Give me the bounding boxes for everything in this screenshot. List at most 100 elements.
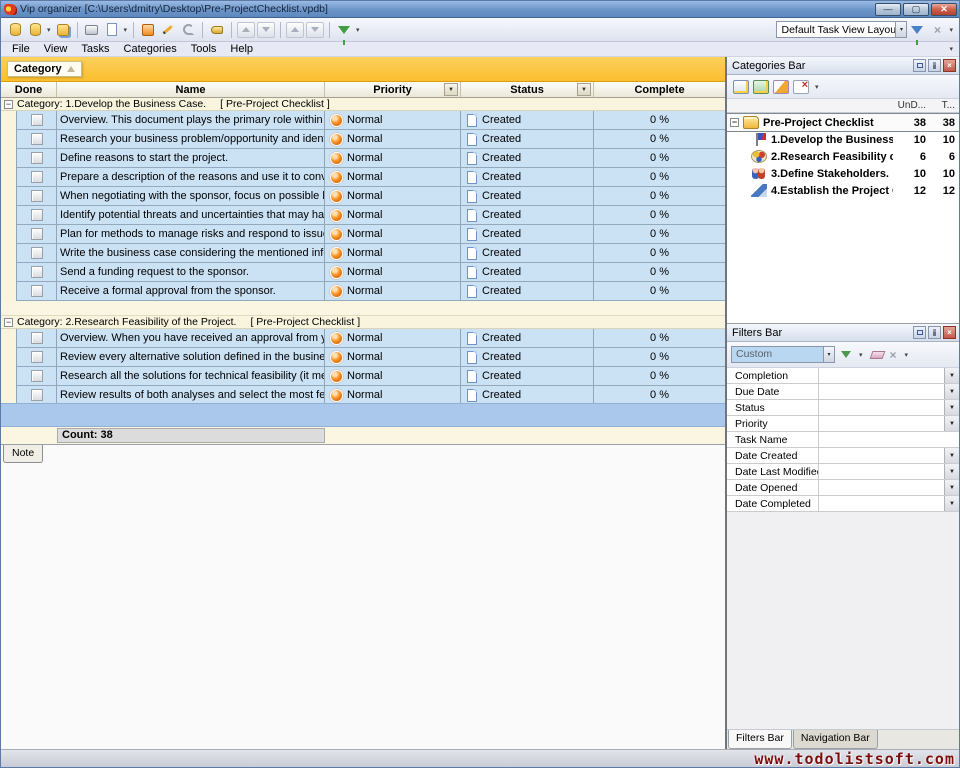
priority-cell[interactable]: Normal — [325, 168, 461, 187]
status-cell[interactable]: Created — [461, 348, 594, 367]
panel-restore-button[interactable] — [913, 326, 926, 339]
task-name[interactable]: Prepare a description of the reasons and… — [57, 168, 325, 187]
status-cell[interactable]: Created — [461, 244, 594, 263]
delete-category-button[interactable] — [793, 80, 809, 94]
task-name[interactable]: Receive a formal approval from the spons… — [57, 282, 325, 301]
priority-cell[interactable]: Normal — [325, 206, 461, 225]
filter-value-field[interactable] — [819, 464, 944, 479]
column-undone[interactable]: UnD... — [893, 100, 929, 111]
priority-cell[interactable]: Normal — [325, 263, 461, 282]
done-checkbox[interactable] — [31, 351, 43, 363]
filter-value-field[interactable] — [819, 400, 944, 415]
task-name[interactable]: Send a funding request to the sponsor. — [57, 263, 325, 282]
filter-dropdown-button[interactable]: ▼ — [944, 400, 959, 415]
group-expander-icon[interactable] — [4, 318, 13, 327]
done-checkbox[interactable] — [31, 209, 43, 221]
attach-button[interactable] — [178, 20, 198, 40]
priority-cell[interactable]: Normal — [325, 386, 461, 403]
menu-file[interactable]: File — [5, 42, 37, 56]
column-header-priority[interactable]: Priority ▼ — [325, 82, 461, 97]
task-row[interactable]: Plan for methods to manage risks and res… — [1, 225, 725, 244]
close-button[interactable]: ✕ — [931, 3, 957, 16]
task-row[interactable]: Prepare a description of the reasons and… — [1, 168, 725, 187]
column-header-done[interactable]: Done — [1, 82, 57, 97]
task-name[interactable]: Overview. This document plays the primar… — [57, 111, 325, 130]
category-group-header[interactable]: Category: 2.Research Feasibility of the … — [1, 316, 725, 329]
filter-value-field[interactable] — [819, 416, 944, 431]
filter-dropdown-button[interactable]: ▼ — [944, 416, 959, 431]
move-down-button[interactable] — [257, 22, 275, 38]
layout-combobox-spinner[interactable]: ▾ — [895, 22, 906, 37]
panel-restore-button[interactable] — [913, 59, 926, 72]
filter-value-field[interactable] — [819, 384, 944, 399]
done-checkbox[interactable] — [31, 389, 43, 401]
tree-expander-icon[interactable] — [730, 118, 739, 127]
group-expander-icon[interactable] — [4, 100, 13, 109]
filters-toolbar-dropdown-icon[interactable]: ▾ — [905, 351, 909, 359]
column-total[interactable]: T... — [929, 100, 959, 111]
done-checkbox[interactable] — [31, 228, 43, 240]
category-tree-item[interactable]: 2.Research Feasibility of the P 6 6 — [727, 148, 959, 165]
task-name[interactable]: When negotiating with the sponsor, focus… — [57, 187, 325, 206]
layout-combobox[interactable]: Default Task View Layout ▾ — [776, 21, 907, 38]
task-name[interactable]: Plan for methods to manage risks and res… — [57, 225, 325, 244]
priority-cell[interactable]: Normal — [325, 367, 461, 386]
status-cell[interactable]: Created — [461, 149, 594, 168]
status-cell[interactable]: Created — [461, 130, 594, 149]
task-row[interactable]: Write the business case considering the … — [1, 244, 725, 263]
menubar-overflow-icon[interactable]: ▾ — [949, 45, 953, 53]
priority-cell[interactable]: Normal — [325, 329, 461, 348]
done-checkbox[interactable] — [31, 285, 43, 297]
priority-cell[interactable]: Normal — [325, 225, 461, 244]
filter-dropdown-icon[interactable]: ▾ — [356, 26, 360, 34]
filter-dropdown-button[interactable]: ▼ — [944, 496, 959, 511]
filter-preset-spinner[interactable]: ▾ — [823, 347, 834, 362]
column-header-name[interactable]: Name — [57, 82, 325, 97]
filter-value-field[interactable] — [819, 496, 944, 511]
tab-navigation-bar[interactable]: Navigation Bar — [793, 730, 878, 749]
category-tree-item[interactable]: Pre-Project Checklist 38 38 — [727, 114, 959, 131]
priority-cell[interactable]: Normal — [325, 111, 461, 130]
delete-filter-icon[interactable]: × — [890, 349, 897, 361]
menu-tools[interactable]: Tools — [184, 42, 224, 56]
task-name[interactable]: Research all the solutions for technical… — [57, 367, 325, 386]
priority-cell[interactable]: Normal — [325, 282, 461, 301]
filter-value-field[interactable] — [819, 432, 959, 447]
open-database-button[interactable] — [25, 20, 45, 40]
column-header-status[interactable]: Status ▼ — [461, 82, 594, 97]
status-cell[interactable]: Created — [461, 282, 594, 301]
done-checkbox[interactable] — [31, 190, 43, 202]
menu-help[interactable]: Help — [223, 42, 260, 56]
task-name[interactable]: Identify potential threats and uncertain… — [57, 206, 325, 225]
done-checkbox[interactable] — [31, 370, 43, 382]
task-row[interactable]: Identify potential threats and uncertain… — [1, 206, 725, 225]
done-checkbox[interactable] — [31, 133, 43, 145]
filter-dropdown-button[interactable]: ▼ — [944, 480, 959, 495]
task-row[interactable]: Overview. When you have received an appr… — [1, 329, 725, 348]
group-by-field-chip[interactable]: Category — [7, 61, 82, 77]
task-row[interactable]: Receive a formal approval from the spons… — [1, 282, 725, 301]
filter-dropdown-button[interactable]: ▼ — [944, 464, 959, 479]
move-up-button[interactable] — [237, 22, 255, 38]
panel-pin-button[interactable] — [928, 59, 941, 72]
menu-tasks[interactable]: Tasks — [74, 42, 116, 56]
task-row[interactable]: Review every alternative solution define… — [1, 348, 725, 367]
move-bottom-button[interactable] — [306, 22, 324, 38]
category-tree-item[interactable]: 3.Define Stakeholders. 10 10 — [727, 165, 959, 182]
move-top-button[interactable] — [286, 22, 304, 38]
apply-filter-icon[interactable] — [841, 351, 851, 358]
panel-close-button[interactable]: × — [943, 59, 956, 72]
category-tree-item[interactable]: 4.Establish the Project Charter. 12 12 — [727, 182, 959, 199]
priority-filter-button[interactable]: ▼ — [444, 83, 458, 96]
task-name[interactable]: Write the business case considering the … — [57, 244, 325, 263]
new-subcategory-button[interactable] — [753, 80, 769, 94]
task-row[interactable]: Overview. This document plays the primar… — [1, 111, 725, 130]
status-cell[interactable]: Created — [461, 225, 594, 244]
priority-cell[interactable]: Normal — [325, 149, 461, 168]
task-name[interactable]: Research your business problem/opportuni… — [57, 130, 325, 149]
apply-layout-button[interactable] — [907, 20, 927, 40]
task-name[interactable]: Review every alternative solution define… — [57, 348, 325, 367]
task-name[interactable]: Review results of both analyses and sele… — [57, 386, 325, 403]
done-checkbox[interactable] — [31, 247, 43, 259]
done-checkbox[interactable] — [31, 114, 43, 126]
